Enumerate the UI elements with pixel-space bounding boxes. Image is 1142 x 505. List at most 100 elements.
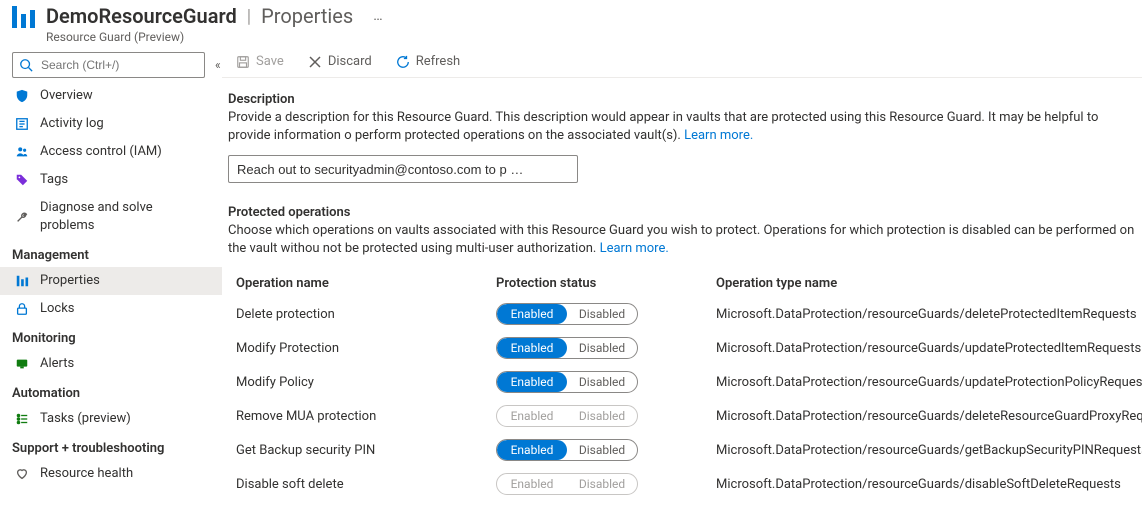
sidebar-group-heading: Automation [0,378,222,405]
sidebar-item-locks[interactable]: Locks [0,295,222,323]
discard-button[interactable]: Discard [304,52,376,71]
sidebar-item-label: Activity log [40,115,104,133]
save-icon [236,55,250,69]
people-icon [14,144,30,160]
sidebar-item-label: Properties [40,272,100,290]
protection-status-toggle[interactable]: EnabledDisabled [496,439,638,461]
sidebar-item-access-control[interactable]: Access control (IAM) [0,138,222,166]
discard-icon [308,55,322,69]
toggle-option-enabled: Enabled [497,406,567,426]
titlebar: DemoResourceGuard | Properties … Resourc… [0,0,1142,46]
protected-ops-body: Choose which operations on vaults associ… [228,222,1136,258]
refresh-icon [396,55,410,69]
sidebar-item-activity-log[interactable]: Activity log [0,110,222,138]
command-bar: Save Discard Refresh [222,46,1142,78]
toggle-option-disabled[interactable]: Disabled [567,440,637,460]
operation-name-cell: Get Backup security PIN [236,443,496,458]
protection-status-toggle[interactable]: EnabledDisabled [496,371,638,393]
sidebar-item-label: Overview [40,87,93,105]
shield-icon [14,88,30,104]
operation-name-cell: Modify Policy [236,375,496,390]
col-protection-status: Protection status [496,276,716,291]
description-body: Provide a description for this Resource … [228,109,1136,145]
toggle-option-enabled[interactable]: Enabled [497,338,567,358]
wrench-icon [14,209,30,225]
bars-icon [14,273,30,289]
sidebar-group-heading: Monitoring [0,323,222,350]
save-button[interactable]: Save [232,52,288,71]
toggle-option-disabled: Disabled [567,474,637,494]
sidebar-item-label: Tags [40,171,68,189]
more-actions-button[interactable]: … [373,8,383,24]
protected-ops-learn-more-link[interactable]: Learn more. [600,241,669,256]
tag-icon [14,172,30,188]
operation-name-cell: Modify Protection [236,341,496,356]
toggle-option-disabled[interactable]: Disabled [567,372,637,392]
save-label: Save [256,54,284,69]
protected-ops-heading: Protected operations [228,205,1136,220]
resource-guard-icon [12,6,36,30]
sidebar-item-label: Resource health [40,465,133,483]
protection-status-toggle: EnabledDisabled [496,405,638,427]
toggle-option-enabled[interactable]: Enabled [497,372,567,392]
tasks-icon [14,411,30,427]
lock-icon [14,301,30,317]
heart-icon [14,466,30,482]
toggle-option-enabled: Enabled [497,474,567,494]
search-input[interactable] [39,57,198,73]
operation-type-name-cell: Microsoft.DataProtection/resourceGuards/… [716,307,1137,322]
sidebar-item-label: Access control (IAM) [40,143,162,161]
toggle-option-disabled[interactable]: Disabled [567,304,637,324]
sidebar-item-overview[interactable]: Overview [0,82,222,110]
table-row: Get Backup security PINEnabledDisabledMi… [228,433,1136,467]
sidebar-item-alerts[interactable]: Alerts [0,350,222,378]
log-icon [14,116,30,132]
protection-status-toggle: EnabledDisabled [496,473,638,495]
resource-type-subtitle: Resource Guard (Preview) [46,30,384,44]
protected-ops-table: Operation name Protection status Operati… [228,270,1136,501]
title-separator: | [247,6,251,27]
alerts-icon [14,356,30,372]
sidebar-item-label: Alerts [40,355,74,373]
search-box[interactable] [12,52,205,78]
resource-name: DemoResourceGuard [46,4,237,28]
table-row: Delete protectionEnabledDisabled Microsof… [228,297,1136,331]
search-icon [19,58,33,72]
refresh-label: Refresh [416,54,460,69]
sidebar-item-label: Locks [40,300,75,318]
main-content: Save Discard Refresh Description [222,46,1142,505]
sidebar-group-heading: Support + troubleshooting [0,433,222,460]
operation-type-name-cell: Microsoft.DataProtection/resourceGuards/… [716,443,1142,458]
toggle-option-enabled[interactable]: Enabled [497,440,567,460]
sidebar-item-tags[interactable]: Tags [0,166,222,194]
table-row: Modify ProtectionEnabledDisabledMicrosof… [228,331,1136,365]
page-title: Properties [261,4,353,28]
operation-type-name-cell: Microsoft.DataProtection/resourceGuards/… [716,477,1128,492]
table-row: Remove MUA protectionEnabledDisabledMicr… [228,399,1136,433]
operation-name-cell: Disable soft delete [236,477,496,492]
sidebar-item-properties[interactable]: Properties [0,267,222,295]
refresh-button[interactable]: Refresh [392,52,464,71]
discard-label: Discard [328,54,372,69]
protection-status-toggle[interactable]: EnabledDisabled [496,303,638,325]
operation-type-name-cell: Microsoft.DataProtection/resourceGuards/… [716,375,1142,390]
operation-type-name-cell: Microsoft.DataProtection/resourceGuards/… [716,409,1142,424]
sidebar-item-diagnose[interactable]: Diagnose and solve problems [0,194,222,240]
sidebar-item-label: Tasks (preview) [40,410,131,428]
operation-name-cell: Remove MUA protection [236,409,496,424]
toggle-option-enabled[interactable]: Enabled [497,304,567,324]
table-row: Disable soft deleteEnabledDisabled Micros… [228,467,1136,501]
sidebar-item-tasks[interactable]: Tasks (preview) [0,405,222,433]
col-operation-name: Operation name [236,276,496,291]
description-learn-more-link[interactable]: Learn more. [684,128,753,143]
toggle-option-disabled[interactable]: Disabled [567,338,637,358]
description-input[interactable] [228,155,578,183]
table-header-row: Operation name Protection status Operati… [228,270,1136,297]
sidebar-item-label: Diagnose and solve problems [40,199,210,235]
description-heading: Description [228,92,1136,107]
operation-type-name-cell: Microsoft.DataProtection/resourceGuards/… [716,341,1141,356]
toggle-option-disabled: Disabled [567,406,637,426]
protection-status-toggle[interactable]: EnabledDisabled [496,337,638,359]
operation-name-cell: Delete protection [236,307,496,322]
sidebar-item-resource-health[interactable]: Resource health [0,460,222,488]
